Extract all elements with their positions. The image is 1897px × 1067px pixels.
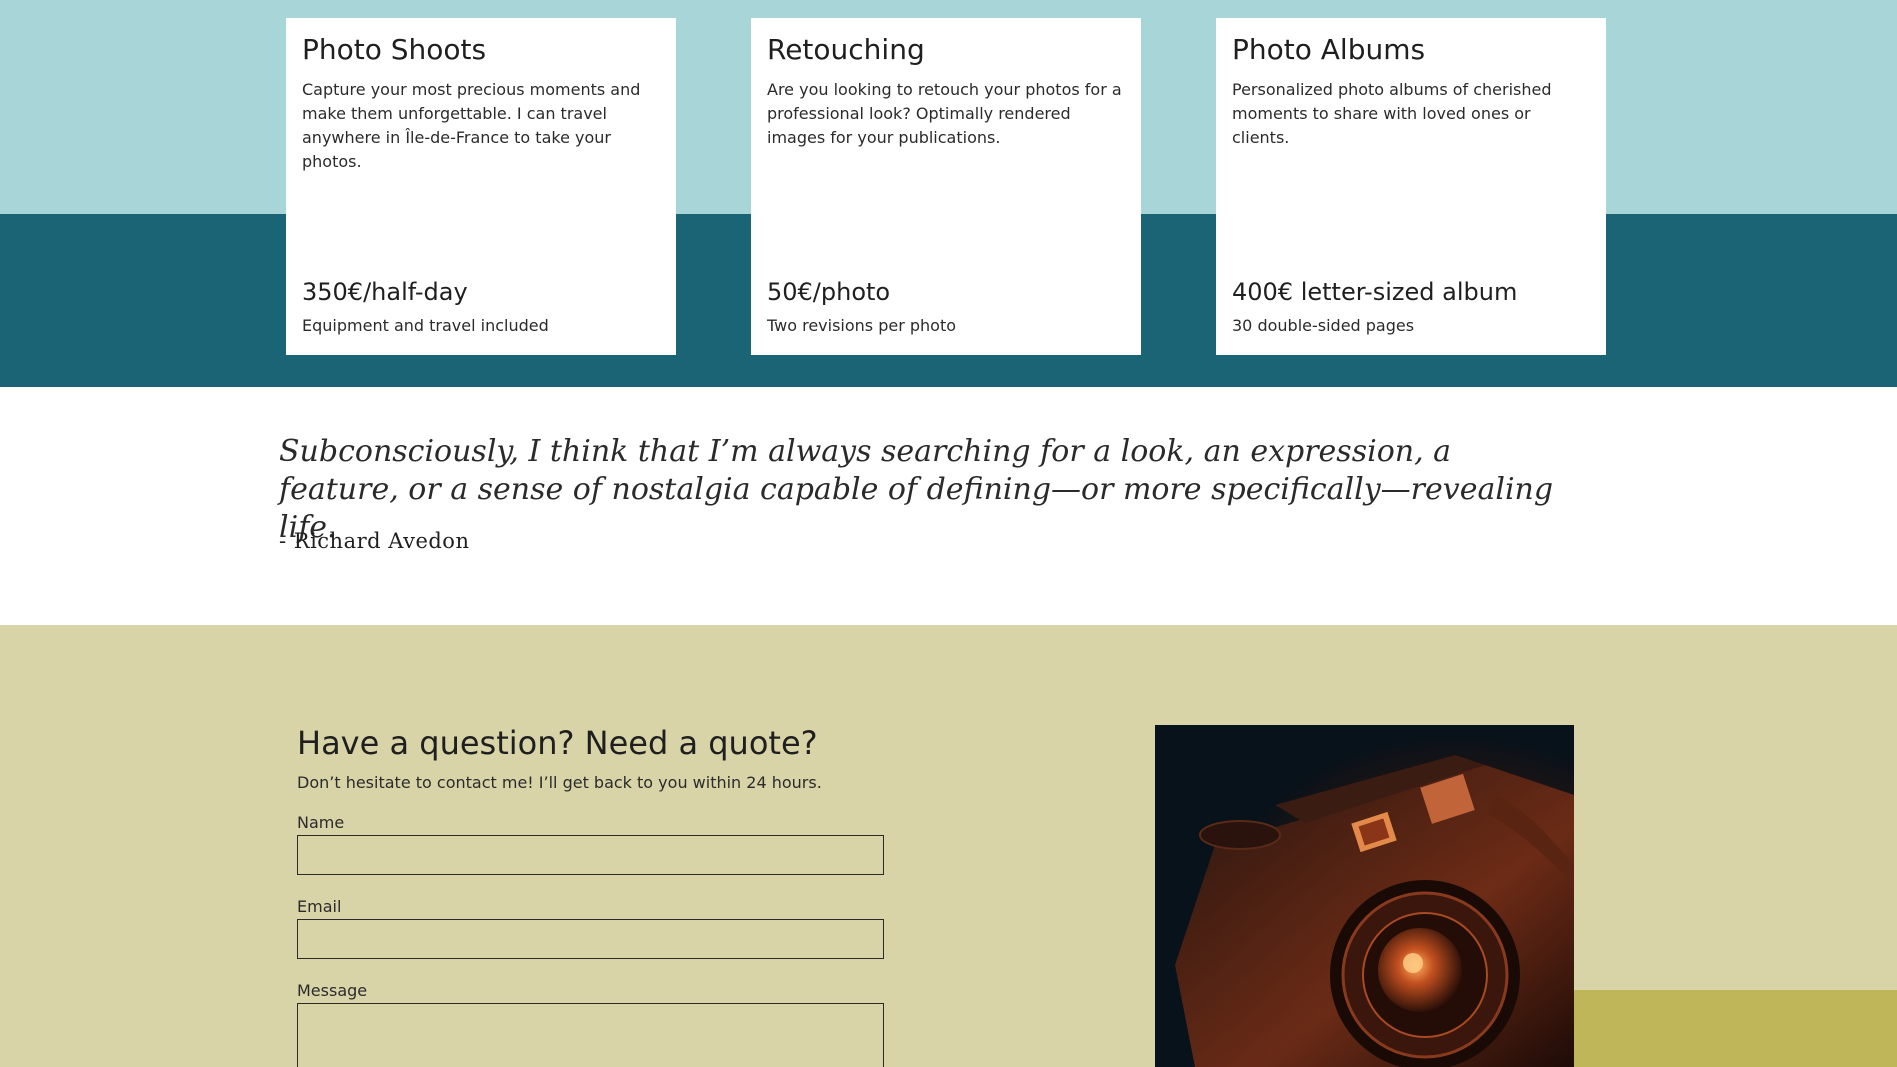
service-card-note: Equipment and travel included — [302, 316, 549, 335]
contact-heading: Have a question? Need a quote? — [297, 724, 818, 762]
camera-photo — [1155, 725, 1574, 1067]
service-card-description: Personalized photo albums of cherished m… — [1232, 80, 1552, 147]
service-card-note: 30 double-sided pages — [1232, 316, 1415, 335]
accent-block — [1574, 990, 1897, 1067]
service-card-title: Photo Albums — [1232, 33, 1426, 66]
message-label: Message — [297, 981, 368, 1000]
service-card-note: Two revisions per photo — [767, 316, 957, 335]
services-section: Photo Shoots Capture your most precious … — [0, 0, 1897, 387]
service-card-price: 350€/half-day — [302, 278, 468, 306]
service-card-description: Capture your most precious moments and m… — [302, 80, 641, 171]
contact-section: Have a question? Need a quote? Don’t hes… — [0, 625, 1897, 1067]
quote-author: - Richard Avedon — [279, 529, 470, 553]
name-label: Name — [297, 813, 345, 832]
quote-text: Subconsciously, I think that I’m always … — [279, 434, 1554, 545]
service-card-title: Retouching — [767, 33, 925, 66]
service-card-title: Photo Shoots — [302, 33, 487, 66]
contact-lead: Don’t hesitate to contact me! I’ll get b… — [297, 773, 822, 792]
camera-photo-icon — [1155, 725, 1574, 1067]
name-field[interactable] — [297, 835, 884, 875]
service-card-retouching: Retouching Are you looking to retouch yo… — [751, 18, 1141, 355]
email-label: Email — [297, 897, 342, 916]
service-card-price: 50€/photo — [767, 278, 891, 306]
service-card-photo-shoots: Photo Shoots Capture your most precious … — [286, 18, 676, 355]
message-field[interactable] — [297, 1003, 884, 1067]
service-card-price: 400€ letter-sized album — [1232, 278, 1518, 306]
service-card-description: Are you looking to retouch your photos f… — [767, 80, 1122, 147]
service-card-photo-albums: Photo Albums Personalized photo albums o… — [1216, 18, 1606, 355]
email-field[interactable] — [297, 919, 884, 959]
quote-section: Subconsciously, I think that I’m always … — [0, 387, 1897, 625]
